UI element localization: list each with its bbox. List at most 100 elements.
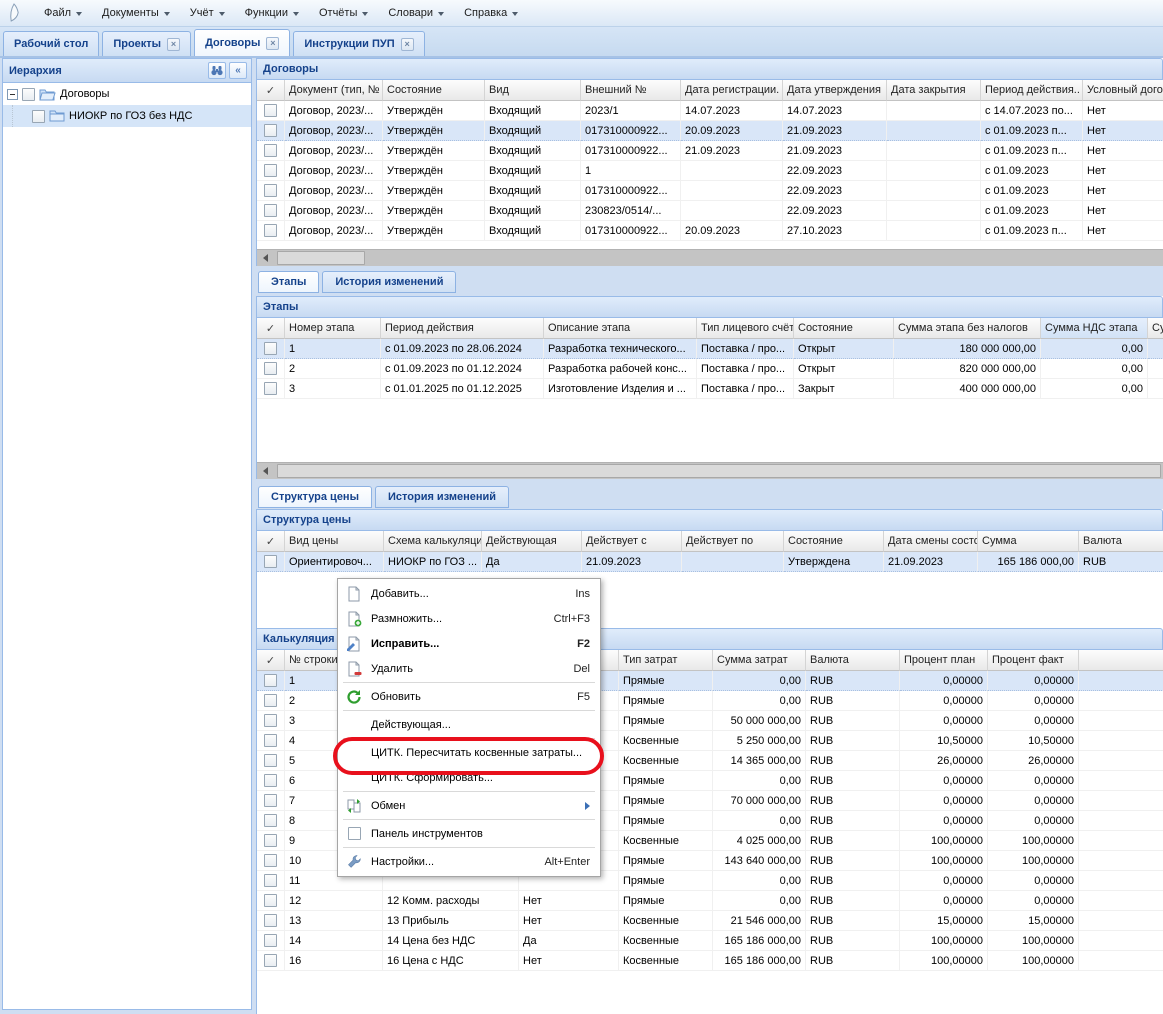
- document-tab[interactable]: Договоры×: [194, 29, 290, 56]
- column-header[interactable]: Сум: [1148, 318, 1163, 339]
- table-row[interactable]: 1с 01.09.2023 по 28.06.2024Разработка те…: [257, 339, 1163, 359]
- row-checkbox[interactable]: [264, 754, 277, 767]
- column-header[interactable]: Схема калькуляци: [384, 531, 482, 552]
- column-header[interactable]: Действует с: [582, 531, 682, 552]
- column-header[interactable]: ✓: [257, 80, 285, 101]
- column-header[interactable]: Сумма затрат: [713, 650, 806, 671]
- column-header[interactable]: Вид: [485, 80, 581, 101]
- row-checkbox[interactable]: [264, 694, 277, 707]
- collapse-panel-button[interactable]: «: [229, 62, 247, 79]
- column-header[interactable]: ✓: [257, 531, 285, 552]
- column-header[interactable]: Дата закрытия: [887, 80, 981, 101]
- row-checkbox[interactable]: [264, 342, 277, 355]
- scroll-thumb[interactable]: [277, 464, 1161, 478]
- menubar-item[interactable]: Файл: [34, 3, 92, 23]
- menubar-item[interactable]: Учёт: [180, 3, 235, 23]
- context-menu-item[interactable]: ЦИТК. Пересчитать косвенные затраты...: [340, 740, 598, 765]
- stages-hscrollbar[interactable]: [257, 462, 1163, 479]
- tree-checkbox[interactable]: [32, 110, 45, 123]
- column-header[interactable]: Дата утверждения: [783, 80, 887, 101]
- table-row[interactable]: Ориентировоч...НИОКР по ГОЗ ...Да21.09.2…: [257, 552, 1163, 572]
- menubar-item[interactable]: Функции: [235, 3, 309, 23]
- context-menu-item[interactable]: Действующая...: [340, 712, 598, 737]
- tab-stages[interactable]: Этапы: [258, 271, 319, 293]
- column-header[interactable]: Процент факт: [988, 650, 1079, 671]
- table-row[interactable]: Договор, 2023/...УтверждёнВходящий230823…: [257, 201, 1163, 221]
- row-checkbox[interactable]: [264, 734, 277, 747]
- column-header[interactable]: Тип затрат: [619, 650, 713, 671]
- context-menu-item[interactable]: УдалитьDel: [340, 656, 598, 681]
- row-checkbox[interactable]: [264, 104, 277, 117]
- table-row[interactable]: 2с 01.09.2023 по 01.12.2024Разработка ра…: [257, 359, 1163, 379]
- column-header[interactable]: Сумма НДС этапа: [1041, 318, 1148, 339]
- table-row[interactable]: Договор, 2023/...УтверждёнВходящий017310…: [257, 141, 1163, 161]
- row-checkbox[interactable]: [264, 834, 277, 847]
- contracts-hscrollbar[interactable]: [257, 249, 1163, 266]
- tree-expander-icon[interactable]: [7, 89, 18, 100]
- column-header[interactable]: Состояние: [794, 318, 894, 339]
- close-icon[interactable]: ×: [167, 38, 180, 51]
- column-header[interactable]: Тип лицевого счёт: [697, 318, 794, 339]
- row-checkbox[interactable]: [264, 774, 277, 787]
- close-icon[interactable]: ×: [266, 37, 279, 50]
- row-checkbox[interactable]: [264, 914, 277, 927]
- context-menu-item[interactable]: Исправить...F2: [340, 631, 598, 656]
- row-checkbox[interactable]: [264, 674, 277, 687]
- search-binoculars-button[interactable]: [208, 62, 226, 79]
- table-row[interactable]: Договор, 2023/...УтверждёнВходящий017310…: [257, 121, 1163, 141]
- column-header[interactable]: Описание этапа: [544, 318, 697, 339]
- menubar-item[interactable]: Справка: [454, 3, 528, 23]
- column-header[interactable]: Номер этапа: [285, 318, 381, 339]
- column-header[interactable]: Дата регистрации.: [681, 80, 783, 101]
- table-row[interactable]: 1212 Комм. расходыНетПрямые0,00RUB0,0000…: [257, 891, 1163, 911]
- scroll-thumb[interactable]: [277, 251, 365, 265]
- column-header[interactable]: Дата смены состо: [884, 531, 978, 552]
- tree-node-contracts[interactable]: Договоры: [3, 83, 251, 105]
- menubar-item[interactable]: Словари: [378, 3, 454, 23]
- row-checkbox[interactable]: [264, 224, 277, 237]
- row-checkbox[interactable]: [264, 794, 277, 807]
- column-header[interactable]: [1079, 650, 1163, 671]
- column-header[interactable]: Действует по: [682, 531, 784, 552]
- column-header[interactable]: Период действия..: [981, 80, 1083, 101]
- row-checkbox[interactable]: [264, 124, 277, 137]
- context-menu-item[interactable]: ЦИТК. Сформировать...: [340, 765, 598, 790]
- document-tab[interactable]: Инструкции ПУП×: [293, 31, 424, 56]
- row-checkbox[interactable]: [264, 854, 277, 867]
- column-header[interactable]: ✓: [257, 650, 285, 671]
- row-checkbox[interactable]: [264, 954, 277, 967]
- row-checkbox[interactable]: [264, 874, 277, 887]
- table-row[interactable]: 1313 ПрибыльНетКосвенные21 546 000,00RUB…: [257, 911, 1163, 931]
- column-header[interactable]: Валюта: [1079, 531, 1163, 552]
- table-row[interactable]: Договор, 2023/...УтверждёнВходящий017310…: [257, 181, 1163, 201]
- context-menu-item[interactable]: Добавить...Ins: [340, 581, 598, 606]
- row-checkbox[interactable]: [264, 362, 277, 375]
- table-row[interactable]: Договор, 2023/...УтверждёнВходящий122.09…: [257, 161, 1163, 181]
- scroll-left-arrow[interactable]: [257, 463, 274, 479]
- column-header[interactable]: Период действия: [381, 318, 544, 339]
- column-header[interactable]: Состояние: [784, 531, 884, 552]
- column-header[interactable]: Действующая: [482, 531, 582, 552]
- context-menu-item[interactable]: Обмен: [340, 793, 598, 818]
- context-menu-item[interactable]: Панель инструментов: [340, 821, 598, 846]
- row-checkbox[interactable]: [264, 144, 277, 157]
- column-header[interactable]: Сумма этапа без налогов: [894, 318, 1041, 339]
- table-row[interactable]: 3с 01.01.2025 по 01.12.2025Изготовление …: [257, 379, 1163, 399]
- row-checkbox[interactable]: [264, 894, 277, 907]
- row-checkbox[interactable]: [264, 714, 277, 727]
- table-row[interactable]: 1414 Цена без НДСДаКосвенные165 186 000,…: [257, 931, 1163, 951]
- tab-stages-history[interactable]: История изменений: [322, 271, 456, 293]
- table-row[interactable]: Договор, 2023/...УтверждёнВходящий017310…: [257, 221, 1163, 241]
- row-checkbox[interactable]: [264, 555, 277, 568]
- context-menu-item[interactable]: ОбновитьF5: [340, 684, 598, 709]
- column-header[interactable]: Сумма: [978, 531, 1079, 552]
- context-menu-item[interactable]: Настройки...Alt+Enter: [340, 849, 598, 874]
- row-checkbox[interactable]: [264, 814, 277, 827]
- scroll-left-arrow[interactable]: [257, 250, 274, 266]
- column-header[interactable]: Вид цены: [285, 531, 384, 552]
- column-header[interactable]: Процент план: [900, 650, 988, 671]
- row-checkbox[interactable]: [264, 204, 277, 217]
- table-row[interactable]: 1616 Цена с НДСНетКосвенные165 186 000,0…: [257, 951, 1163, 971]
- table-row[interactable]: Договор, 2023/...УтверждёнВходящий2023/1…: [257, 101, 1163, 121]
- close-icon[interactable]: ×: [401, 38, 414, 51]
